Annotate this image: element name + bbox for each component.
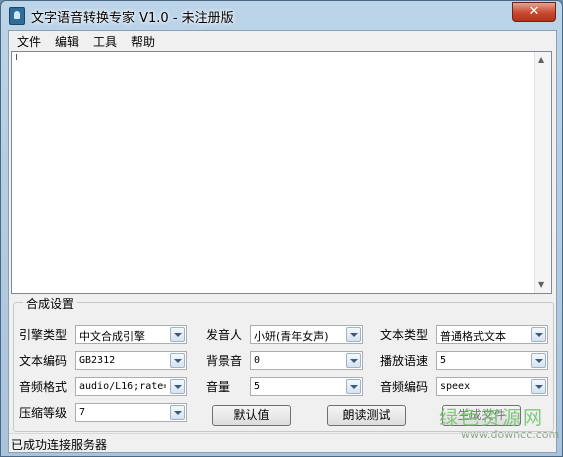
- chevron-down-icon[interactable]: [531, 353, 546, 368]
- window-title: 文字语音转换专家 V1.0 - 未注册版: [31, 11, 234, 26]
- settings-legend: 合成设置: [23, 295, 78, 312]
- text-encoding-select[interactable]: GB2312: [75, 351, 187, 370]
- background-sound-label: 背景音: [206, 354, 243, 368]
- chevron-down-icon[interactable]: [170, 405, 185, 420]
- audio-format-select[interactable]: audio/L16;rate=: [75, 377, 187, 396]
- text-encoding-label: 文本编码: [19, 354, 68, 368]
- text-type-label: 文本类型: [380, 328, 429, 342]
- chevron-down-icon[interactable]: [170, 353, 185, 368]
- chevron-down-icon[interactable]: [170, 327, 185, 342]
- chevron-down-icon[interactable]: [346, 327, 361, 342]
- app-window: 文字语音转换专家 V1.0 - 未注册版 ✕ 文件 编辑 工具 帮助 ▲ ▼ 合…: [0, 0, 563, 457]
- read-test-button[interactable]: 朗读测试: [327, 405, 406, 426]
- engine-type-label: 引擎类型: [19, 328, 68, 342]
- watermark-logo-text: 绿色资源网: [439, 407, 545, 429]
- text-editor[interactable]: ▲ ▼: [11, 51, 552, 294]
- client-area: 文件 编辑 工具 帮助 ▲ ▼ 合成设置 引擎类型 中文合成引擎 文本编码 GB…: [8, 30, 559, 453]
- chevron-down-icon[interactable]: [170, 379, 185, 394]
- chevron-down-icon[interactable]: [531, 379, 546, 394]
- chevron-down-icon[interactable]: [346, 379, 361, 394]
- speaker-label: 发音人: [206, 328, 243, 342]
- scroll-up-icon[interactable]: ▲: [538, 55, 544, 64]
- volume-label: 音量: [206, 380, 231, 394]
- close-button[interactable]: ✕: [512, 2, 556, 22]
- menu-bar: 文件 编辑 工具 帮助: [9, 31, 556, 50]
- default-values-button[interactable]: 默认值: [212, 405, 291, 426]
- audio-codec-label: 音频编码: [380, 380, 429, 394]
- speed-label: 播放语速: [380, 354, 429, 368]
- volume-select[interactable]: 5: [250, 377, 363, 396]
- text-type-select[interactable]: 普通格式文本: [436, 325, 548, 344]
- speed-select[interactable]: 5: [436, 351, 548, 370]
- menu-tools[interactable]: 工具: [93, 33, 117, 50]
- scroll-down-icon[interactable]: ▼: [538, 280, 544, 289]
- chevron-down-icon[interactable]: [346, 353, 361, 368]
- status-text: 已成功连接服务器: [11, 438, 108, 452]
- compression-select[interactable]: 7: [75, 403, 187, 422]
- audio-codec-select[interactable]: speex: [436, 377, 548, 396]
- title-bar[interactable]: 文字语音转换专家 V1.0 - 未注册版 ✕: [1, 1, 562, 29]
- engine-type-select[interactable]: 中文合成引擎: [75, 325, 187, 344]
- status-bar: 已成功连接服务器: [9, 433, 556, 453]
- app-icon: [9, 7, 25, 25]
- menu-edit[interactable]: 编辑: [55, 33, 79, 50]
- compression-label: 压缩等级: [19, 406, 68, 420]
- menu-help[interactable]: 帮助: [131, 33, 155, 50]
- audio-format-label: 音频格式: [19, 380, 68, 394]
- menu-file[interactable]: 文件: [17, 33, 41, 50]
- background-sound-select[interactable]: 0: [250, 351, 363, 370]
- text-caret: [16, 54, 17, 60]
- vertical-scrollbar[interactable]: ▲ ▼: [534, 52, 551, 293]
- chevron-down-icon[interactable]: [531, 327, 546, 342]
- speaker-select[interactable]: 小妍(青年女声): [250, 325, 363, 344]
